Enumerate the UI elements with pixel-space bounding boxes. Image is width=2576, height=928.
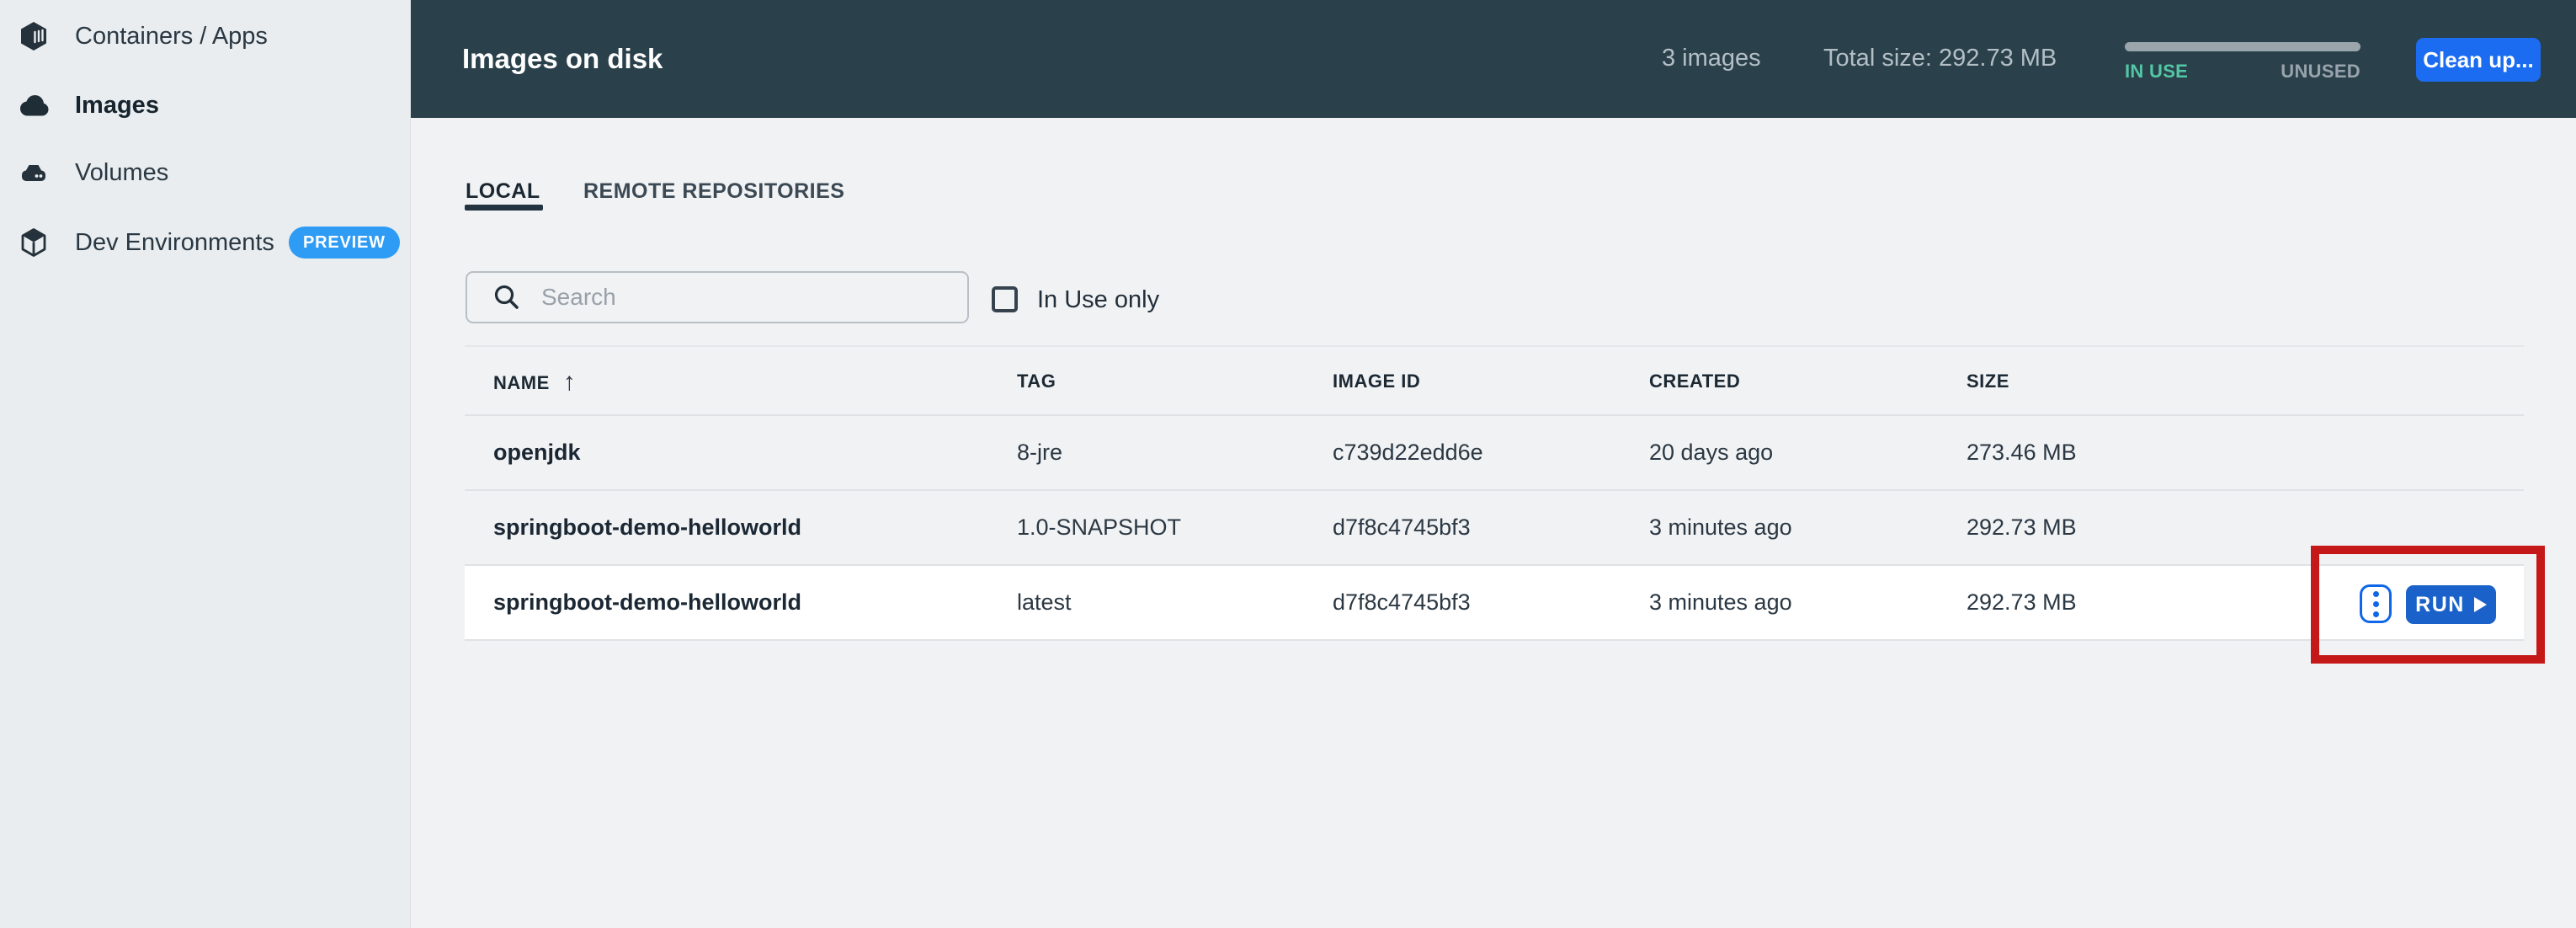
- preview-badge: PREVIEW: [289, 227, 400, 259]
- cell-size: 273.46 MB: [1967, 440, 2077, 465]
- tab-remote-repositories[interactable]: REMOTE REPOSITORIES: [583, 179, 844, 204]
- cell-tag: latest: [1017, 589, 1072, 615]
- search-input[interactable]: [466, 271, 969, 323]
- cell-image-id: d7f8c4745bf3: [1333, 589, 1471, 615]
- run-button[interactable]: RUN: [2406, 585, 2496, 624]
- sort-ascending-icon: ↑: [562, 368, 577, 396]
- disk-usage-gauge: IN USE UNUSED: [2125, 42, 2360, 83]
- cell-created: 3 minutes ago: [1649, 515, 1792, 540]
- volume-drive-icon: [17, 156, 51, 189]
- cell-name: openjdk: [493, 440, 581, 465]
- column-header-size[interactable]: SIZE: [1967, 347, 2009, 416]
- column-header-name[interactable]: NAME ↑: [493, 347, 576, 416]
- column-header-tag[interactable]: TAG: [1017, 347, 1056, 416]
- cell-tag: 8-jre: [1017, 440, 1063, 465]
- cell-name: springboot-demo-helloworld: [493, 515, 801, 540]
- table-row-springboot-latest[interactable]: springboot-demo-helloworld latest d7f8c4…: [465, 566, 2524, 641]
- sidebar-item-label: Images: [75, 92, 159, 119]
- table-header: NAME ↑ TAG IMAGE ID CREATED SIZE: [465, 345, 2524, 416]
- in-use-only-label: In Use only: [1037, 286, 1160, 313]
- cell-tag: 1.0-SNAPSHOT: [1017, 515, 1182, 540]
- page-title: Images on disk: [462, 43, 663, 74]
- clean-up-button[interactable]: Clean up...: [2416, 38, 2541, 82]
- active-tab-underline: [465, 205, 543, 211]
- in-use-label: IN USE: [2125, 61, 2189, 82]
- container-box-icon: [17, 19, 51, 53]
- play-icon: [2473, 597, 2487, 612]
- unused-label: UNUSED: [2281, 61, 2360, 82]
- total-size: Total size: 292.73 MB: [1823, 45, 2057, 72]
- header-bar: Images on disk 3 images Total size: 292.…: [411, 0, 2576, 118]
- cell-created: 20 days ago: [1649, 440, 1774, 465]
- table-row-springboot-snapshot[interactable]: springboot-demo-helloworld 1.0-SNAPSHOT …: [465, 491, 2524, 566]
- table-row-openjdk[interactable]: openjdk 8-jre c739d22edd6e 20 days ago 2…: [465, 416, 2524, 491]
- kebab-dot: [2372, 600, 2379, 607]
- cell-size: 292.73 MB: [1967, 515, 2077, 540]
- docker-desktop-window: Containers / Apps Images Volumes Dev Env…: [0, 0, 2576, 928]
- in-use-only-checkbox[interactable]: [992, 286, 1018, 312]
- usage-bar: [2125, 42, 2360, 51]
- image-count: 3 images: [1662, 45, 1761, 72]
- tab-local[interactable]: LOCAL: [466, 179, 540, 204]
- sidebar-item-label: Dev Environments: [75, 229, 274, 256]
- row-more-actions-button[interactable]: [2360, 584, 2392, 623]
- sidebar: Containers / Apps Images Volumes Dev Env…: [0, 0, 411, 928]
- sidebar-item-containers-apps[interactable]: Containers / Apps: [0, 11, 411, 61]
- sidebar-item-label: Volumes: [75, 159, 169, 186]
- cell-image-id: d7f8c4745bf3: [1333, 515, 1471, 540]
- run-button-label: RUN: [2415, 592, 2465, 616]
- sidebar-item-dev-environments[interactable]: Dev Environments PREVIEW: [0, 217, 411, 268]
- kebab-dot: [2372, 590, 2379, 597]
- column-header-image-id[interactable]: IMAGE ID: [1333, 347, 1420, 416]
- dev-cube-icon: [17, 226, 51, 259]
- cell-created: 3 minutes ago: [1649, 589, 1792, 615]
- sidebar-item-volumes[interactable]: Volumes: [0, 147, 411, 198]
- cell-name: springboot-demo-helloworld: [493, 589, 801, 615]
- kebab-dot: [2372, 611, 2379, 617]
- cell-image-id: c739d22edd6e: [1333, 440, 1483, 465]
- cell-size: 292.73 MB: [1967, 589, 2077, 615]
- column-header-created[interactable]: CREATED: [1649, 347, 1740, 416]
- sidebar-item-label: Containers / Apps: [75, 23, 268, 50]
- sidebar-item-images[interactable]: Images: [0, 80, 411, 131]
- search-box: [466, 271, 969, 323]
- images-cloud-icon: [17, 88, 51, 122]
